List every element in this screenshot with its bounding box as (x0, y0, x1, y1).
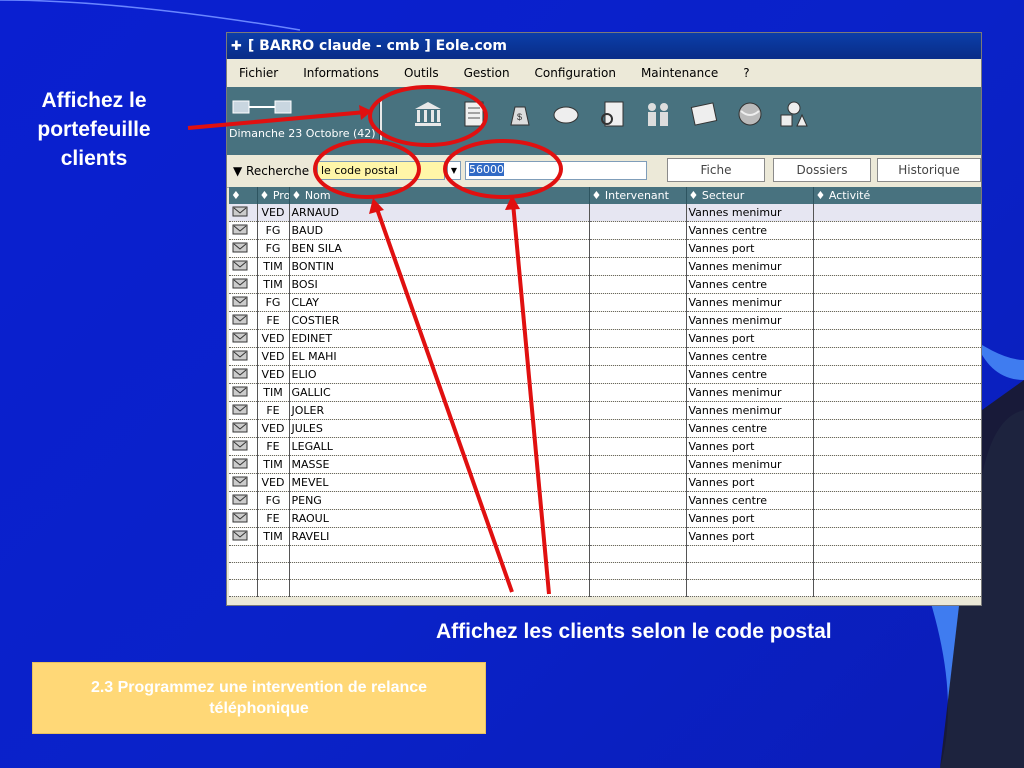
arrow-portfolio (187, 110, 367, 130)
annotation-overlay (187, 85, 563, 595)
arrow-criterion (374, 205, 514, 593)
annotation-postal-code: Affichez les clients selon le code posta… (436, 620, 832, 643)
highlight-portfolio-button (368, 85, 488, 147)
highlight-criterion-select (313, 139, 421, 199)
arrowhead-criterion (369, 198, 384, 214)
arrow-postal-code (511, 202, 551, 595)
step-note: 2.3 Programmez une intervention de relan… (32, 662, 486, 734)
highlight-search-input (443, 139, 563, 199)
